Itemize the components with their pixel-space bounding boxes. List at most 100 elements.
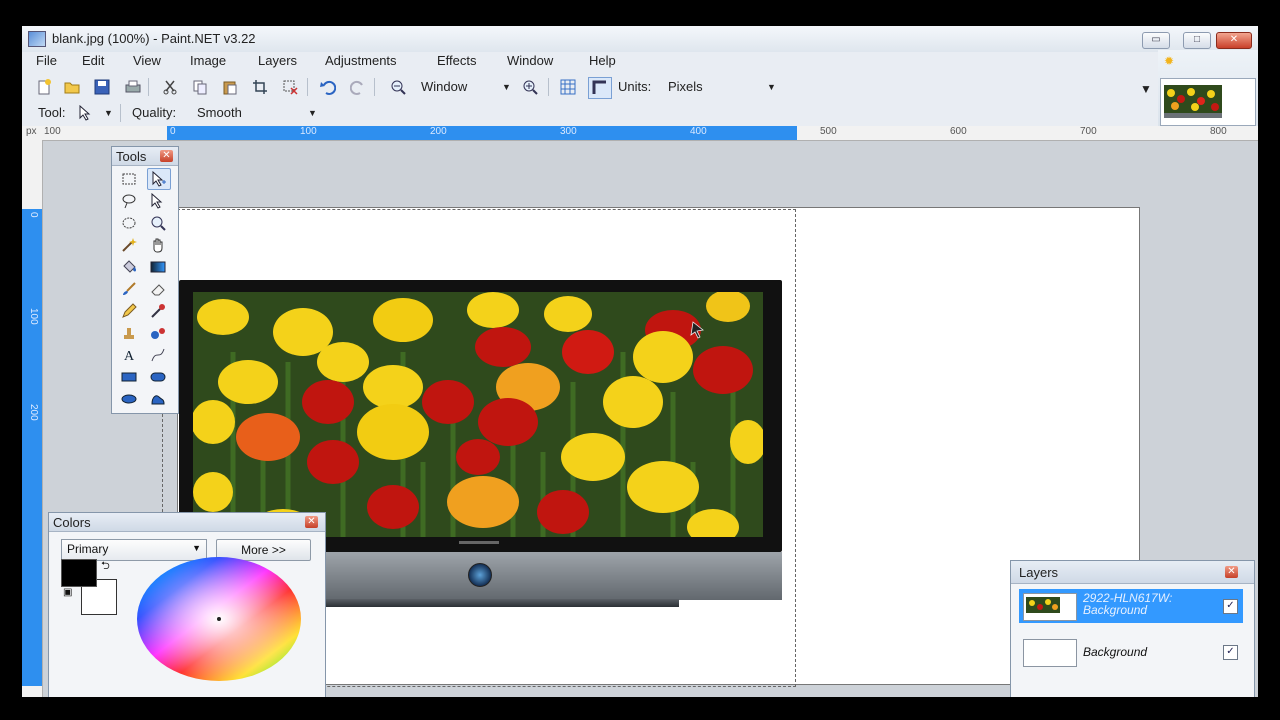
layer-visibility-checkbox[interactable]: ✓ (1223, 599, 1238, 614)
rectangle-icon[interactable] (118, 367, 140, 387)
paint-bucket-icon[interactable] (118, 257, 140, 277)
magic-wand-icon[interactable] (118, 235, 140, 255)
chevron-down-icon[interactable]: ▼ (502, 82, 511, 92)
close-button[interactable]: ✕ (1216, 32, 1252, 49)
rounded-rectangle-icon[interactable] (147, 367, 169, 387)
paintbrush-icon[interactable] (118, 279, 140, 299)
rectangle-select-icon[interactable] (118, 169, 140, 189)
chevron-down-icon[interactable]: ▼ (104, 108, 113, 118)
ruler-label: 800 (1210, 126, 1227, 137)
ruler-label: 200 (430, 126, 447, 137)
line-curve-icon[interactable] (147, 345, 169, 365)
save-icon[interactable] (94, 79, 110, 95)
ruler-label: 600 (950, 126, 967, 137)
ruler-label: 400 (690, 126, 707, 137)
zoom-select[interactable]: Window (421, 79, 467, 94)
colors-panel-header[interactable]: Colors ✕ (49, 513, 325, 532)
tool-label: Tool: (38, 105, 66, 120)
freeform-shape-icon[interactable] (147, 389, 169, 409)
zoom-icon[interactable] (147, 213, 169, 233)
layer-thumbnail (1023, 639, 1077, 667)
tools-panel-close-icon[interactable]: ✕ (160, 150, 173, 162)
move-selection-icon[interactable] (147, 168, 171, 190)
ruler-label: 200 (28, 404, 39, 421)
tv-stand (279, 599, 679, 607)
cut-icon[interactable] (162, 79, 178, 95)
swap-colors-icon[interactable]: ⮌ (101, 557, 110, 576)
gradient-icon[interactable] (147, 257, 169, 277)
color-picker-icon[interactable] (147, 301, 169, 321)
menu-window[interactable]: Window (507, 53, 553, 68)
layer-name: Background (1083, 645, 1148, 659)
crop-to-selection-icon[interactable] (252, 79, 268, 95)
ruler-label: 500 (820, 126, 837, 137)
move-selected-icon[interactable] (78, 104, 94, 121)
svg-text:A: A (124, 349, 135, 363)
recolor-icon[interactable] (147, 323, 169, 343)
layer-visibility-checkbox[interactable]: ✓ (1223, 645, 1238, 660)
ruler-label: 100 (300, 126, 317, 137)
deselect-icon[interactable] (282, 79, 298, 95)
grid-icon[interactable] (560, 79, 576, 95)
color-wheel[interactable] (137, 557, 301, 681)
quality-label: Quality: (132, 105, 177, 120)
maximize-button[interactable]: □ (1183, 32, 1211, 49)
tv-brand-logo (459, 541, 499, 544)
separator (120, 104, 121, 122)
reset-colors-icon[interactable]: ▣ (63, 587, 72, 598)
chevron-down-icon[interactable]: ▼ (767, 82, 776, 92)
layers-panel-header[interactable]: Layers ✕ (1011, 561, 1254, 584)
layer-name: 2922-HLN617W: Background (1083, 591, 1173, 617)
colors-panel-close-icon[interactable]: ✕ (305, 516, 318, 528)
lasso-select-icon[interactable] (118, 191, 140, 211)
undo-icon[interactable] (320, 79, 337, 95)
copy-icon[interactable] (192, 79, 208, 95)
menu-help[interactable]: Help (589, 53, 616, 68)
primary-color-swatch[interactable] (61, 559, 97, 587)
ruler-label: 0 (170, 126, 176, 137)
menu-image[interactable]: Image (190, 53, 226, 68)
color-mode-value: Primary (67, 542, 109, 556)
menu-layers[interactable]: Layers (258, 53, 297, 68)
pencil-icon[interactable] (118, 301, 140, 321)
move-selected-pixels-icon[interactable] (147, 191, 169, 211)
zoom-in-icon[interactable] (522, 79, 538, 95)
layers-panel: Layers ✕ 2922-HLN617W: Background ✓ Back… (1010, 560, 1255, 697)
layers-panel-close-icon[interactable]: ✕ (1225, 566, 1238, 578)
menu-effects[interactable]: Effects (437, 53, 477, 68)
new-file-icon[interactable] (36, 79, 52, 95)
minimize-button[interactable]: ▭ (1142, 32, 1170, 49)
zoom-out-icon[interactable] (390, 79, 406, 95)
tools-panel: Tools ✕ A (111, 146, 179, 414)
chevron-down-icon[interactable]: ▼ (308, 108, 317, 118)
layer-row[interactable]: Background ✓ (1019, 635, 1243, 669)
rulers-icon[interactable] (588, 77, 612, 99)
image-thumbnail[interactable] (1160, 78, 1256, 126)
separator (374, 78, 375, 96)
paste-icon[interactable] (222, 79, 238, 95)
tv-power-button (468, 563, 492, 587)
ellipse-icon[interactable] (118, 389, 140, 409)
menu-file[interactable]: File (36, 53, 57, 68)
tool-options-bar (22, 100, 1158, 127)
quality-select[interactable]: Smooth (197, 105, 242, 120)
pan-icon[interactable] (147, 235, 169, 255)
menu-adjustments[interactable]: Adjustments (325, 53, 397, 68)
separator (307, 78, 308, 96)
text-icon[interactable]: A (118, 345, 140, 365)
print-icon[interactable] (125, 79, 141, 95)
layer-row[interactable]: 2922-HLN617W: Background ✓ (1019, 589, 1243, 623)
eraser-icon[interactable] (147, 279, 169, 299)
clone-stamp-icon[interactable] (118, 323, 140, 343)
ruler-label: 100 (44, 126, 61, 137)
menu-view[interactable]: View (133, 53, 161, 68)
units-select[interactable]: Pixels (668, 79, 703, 94)
ruler-label: 700 (1080, 126, 1097, 137)
redo-icon[interactable] (349, 79, 366, 95)
title-bar[interactable]: blank.jpg (100%) - Paint.NET v3.22 ▭ □ ✕ (22, 26, 1258, 52)
open-folder-icon[interactable] (64, 79, 80, 95)
ellipse-select-icon[interactable] (118, 213, 140, 233)
dropdown-arrow-icon[interactable]: ▼ (1140, 82, 1152, 96)
tools-panel-header[interactable]: Tools ✕ (112, 147, 178, 166)
menu-edit[interactable]: Edit (82, 53, 104, 68)
